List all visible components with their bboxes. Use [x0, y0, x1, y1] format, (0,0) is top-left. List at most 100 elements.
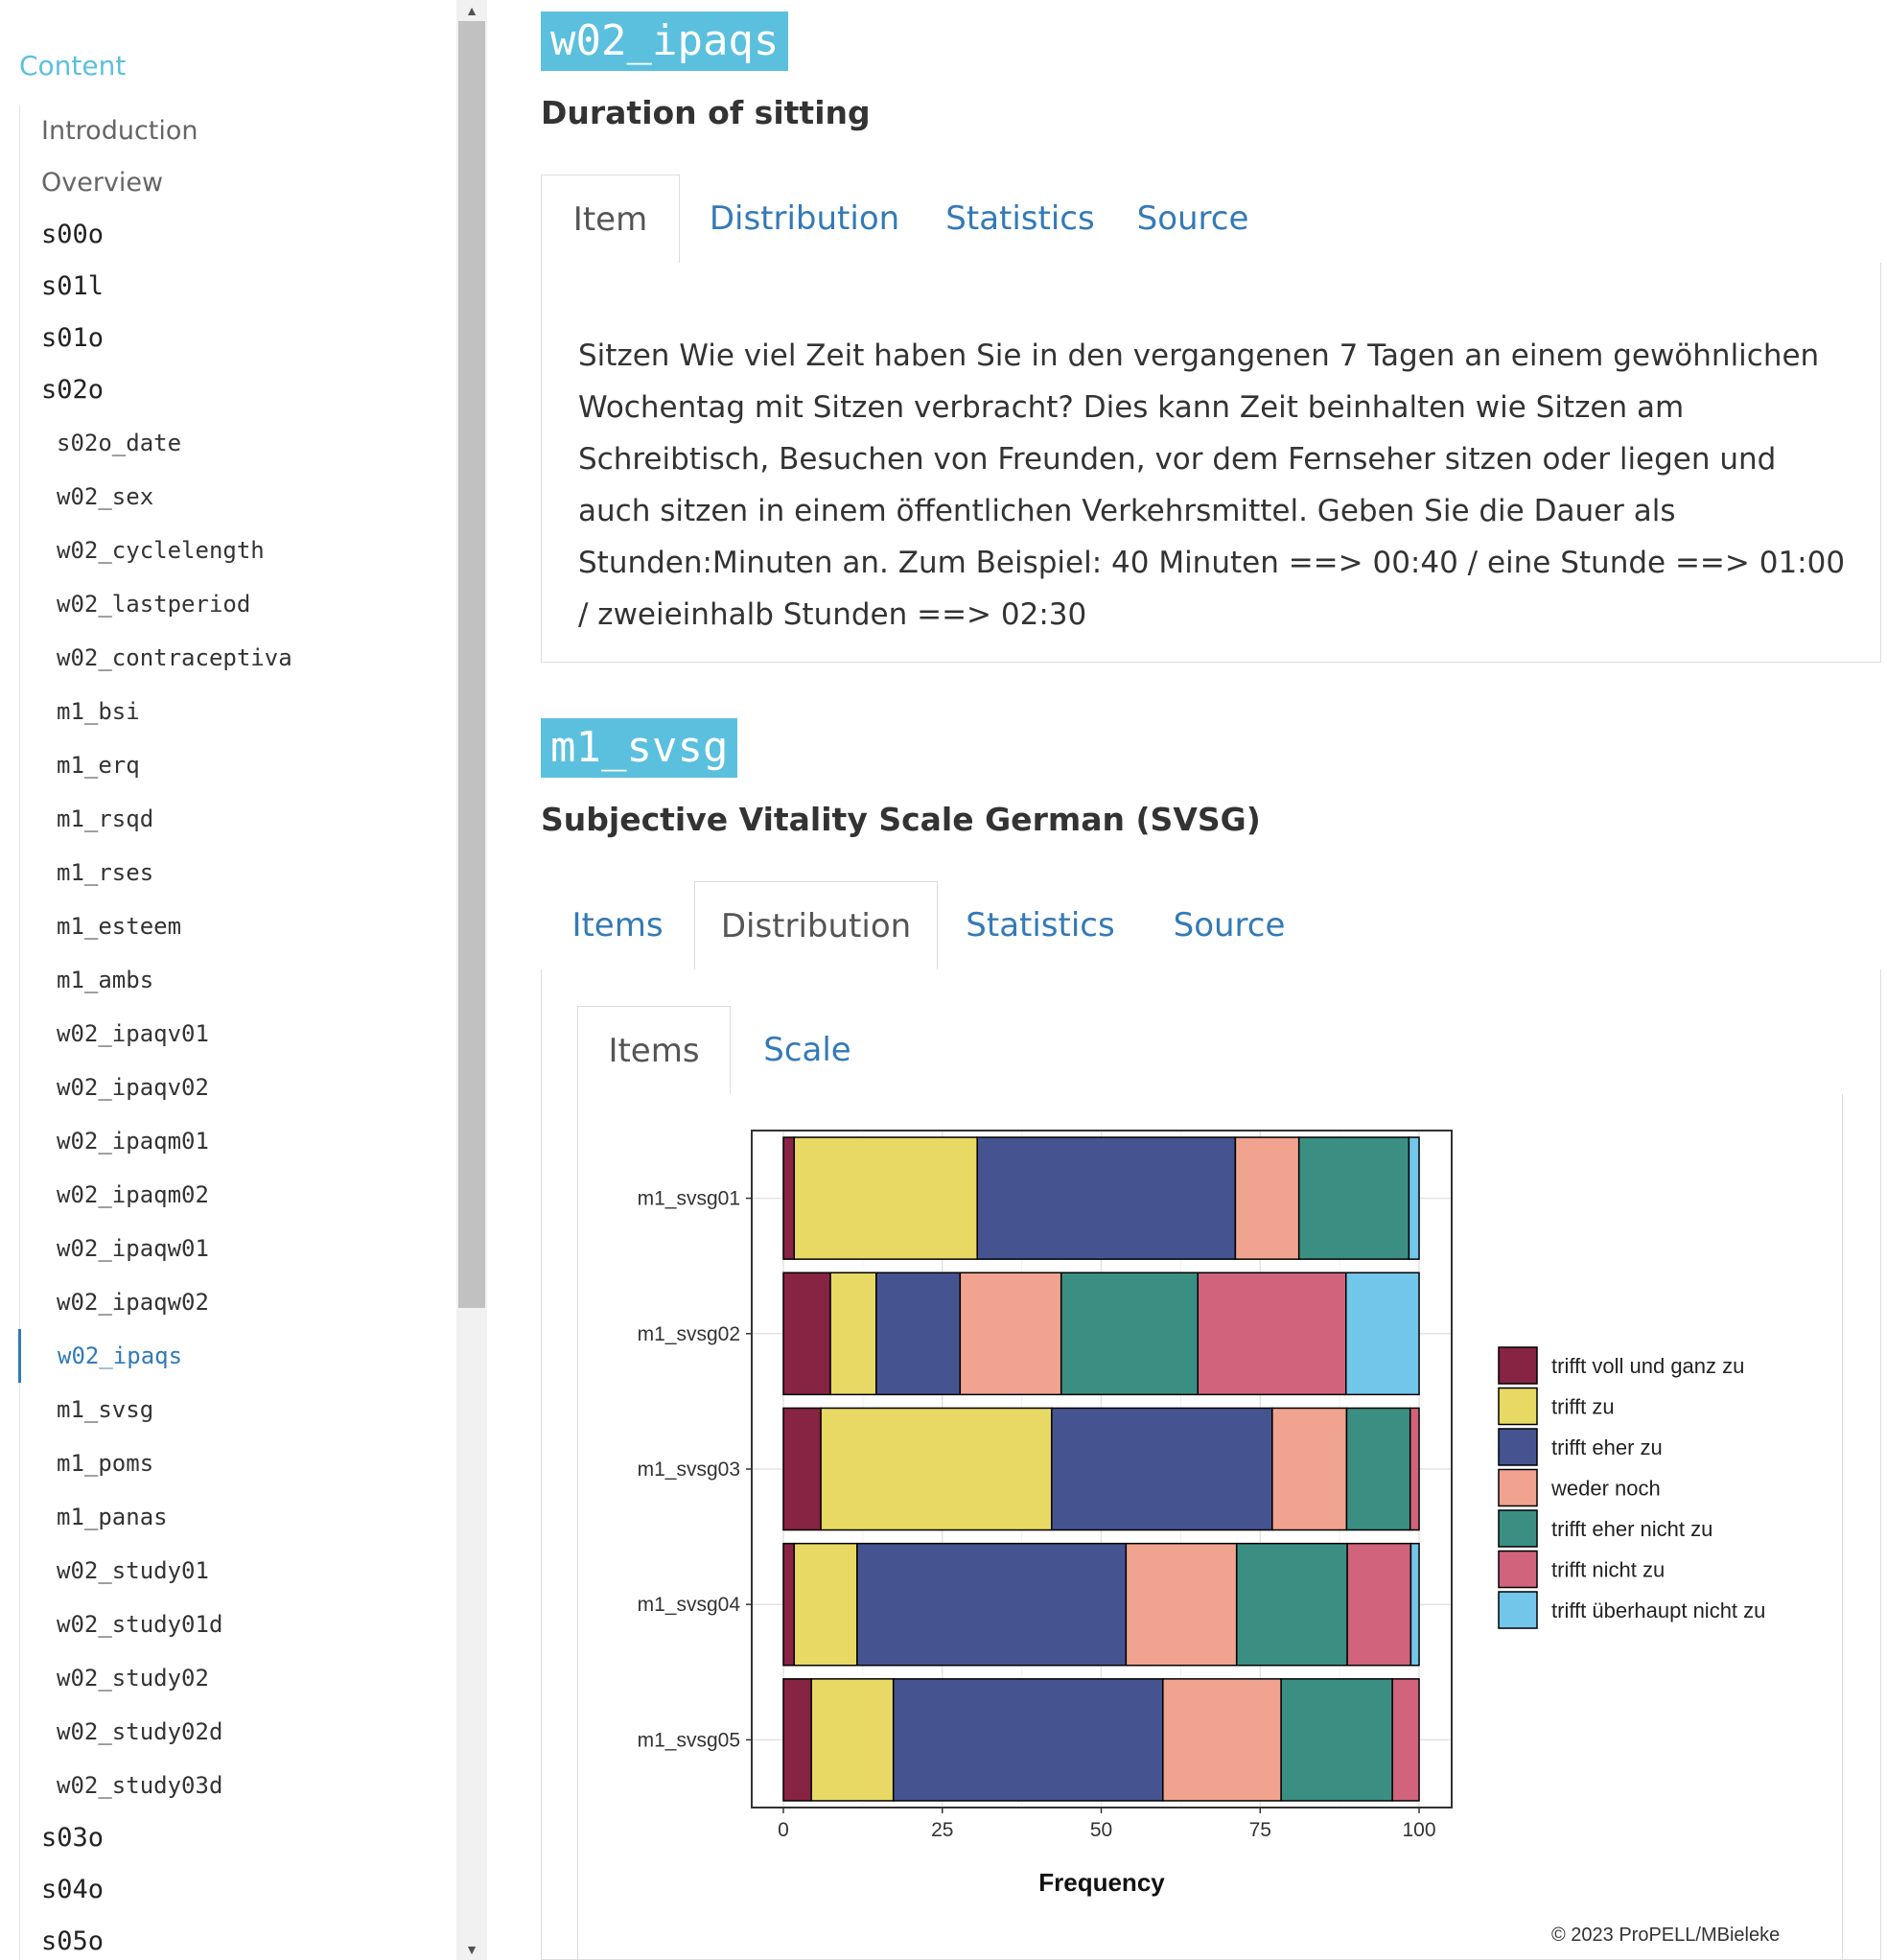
bar-m1_svsg01-4 — [1234, 1136, 1300, 1260]
bar-m1_svsg02-7 — [1345, 1272, 1420, 1396]
distribution-subtabs: Items Scale — [577, 1006, 1843, 1095]
x-axis-title: Frequency — [1038, 1868, 1165, 1897]
bar-m1_svsg04-1 — [782, 1542, 796, 1667]
sidebar-item-s04o[interactable]: s04o — [20, 1864, 442, 1916]
tab-item[interactable]: Item — [541, 175, 680, 264]
legend-key — [1498, 1468, 1538, 1507]
sidebar-item-w02-cyclelength[interactable]: w02_cyclelength — [20, 524, 442, 577]
sidebar-scrollbar[interactable]: ▲ ▼ — [456, 0, 487, 1960]
section-badge-w02-ipaqs: w02_ipaqs — [541, 12, 789, 71]
bar-m1_svsg05-6 — [1391, 1678, 1420, 1802]
tab-source[interactable]: Source — [1143, 881, 1316, 969]
sidebar-item-m1-panas[interactable]: m1_panas — [20, 1490, 442, 1544]
legend-label: trifft zu — [1551, 1395, 1615, 1419]
legend-key — [1498, 1509, 1538, 1548]
sidebar-item-s05o[interactable]: s05o — [20, 1916, 442, 1960]
stacked-bar-chart: m1_svsg01 m1_svsg02 m1_svsg03 m1_svsg04 m1_s… — [638, 1130, 1765, 1897]
bar-m1_svsg02-6 — [1197, 1272, 1347, 1396]
items-chart-panel: m1_svsg01 m1_svsg02 m1_svsg03 m1_svsg04 m1_s… — [577, 1094, 1843, 1960]
tab-distribution[interactable]: Distribution — [694, 881, 938, 970]
scroll-down-arrow-icon[interactable]: ▼ — [456, 1939, 487, 1960]
y-tick-label: m1_svsg04 — [638, 1594, 741, 1616]
section-badge-m1-svsg: m1_svsg — [541, 718, 738, 778]
sidebar-item-m1-rsqd[interactable]: m1_rsqd — [20, 792, 442, 846]
tab-items[interactable]: Items — [541, 881, 694, 969]
tab-statistics[interactable]: Statistics — [929, 175, 1111, 263]
sidebar-item-s01l[interactable]: s01l — [20, 261, 442, 313]
sidebar-item-m1-bsi[interactable]: m1_bsi — [20, 685, 442, 738]
sidebar-item-w02-sex[interactable]: w02_sex — [20, 470, 442, 524]
sidebar-item-s02o[interactable]: s02o — [20, 364, 442, 416]
sidebar-item-m1-erq[interactable]: m1_erq — [20, 738, 442, 792]
sidebar-item-m1-poms[interactable]: m1_poms — [20, 1436, 442, 1490]
item-question-text: Sitzen Wie viel Zeit haben Sie in den ve… — [578, 338, 1846, 632]
sidebar-item-m1-rses[interactable]: m1_rses — [20, 846, 442, 899]
sidebar-item-s00o[interactable]: s00o — [20, 209, 442, 261]
tab-distribution[interactable]: Distribution — [680, 175, 929, 263]
subtab-items[interactable]: Items — [577, 1006, 731, 1095]
bar-m1_svsg03-1 — [782, 1407, 822, 1531]
sidebar-item-w02-ipaqv01[interactable]: w02_ipaqv01 — [20, 1007, 442, 1061]
sidebar-item-s02o-date[interactable]: s02o_date — [20, 416, 442, 470]
bar-m1_svsg03-5 — [1345, 1407, 1411, 1531]
copyright-text: © 2023 ProPELL/MBieleke — [1551, 1925, 1781, 1946]
sidebar-item-w02-contraceptiva[interactable]: w02_contraceptiva — [20, 631, 442, 685]
bar-m1_svsg04-6 — [1346, 1542, 1412, 1667]
bar-m1_svsg04-7 — [1409, 1542, 1420, 1667]
legend-label: trifft überhaupt nicht zu — [1551, 1598, 1765, 1622]
bar-m1_svsg01-7 — [1408, 1136, 1420, 1260]
y-tick-label: m1_svsg01 — [638, 1188, 740, 1210]
bar-m1_svsg03-2 — [820, 1407, 1053, 1531]
bar-m1_svsg03-3 — [1051, 1407, 1273, 1531]
bar-m1_svsg05-1 — [782, 1678, 812, 1802]
sidebar-item-w02-ipaqv02[interactable]: w02_ipaqv02 — [20, 1061, 442, 1114]
sidebar-item-w02-study01d[interactable]: w02_study01d — [20, 1598, 442, 1651]
bar-m1_svsg02-4 — [959, 1272, 1062, 1396]
sidebar-item-m1-ambs[interactable]: m1_ambs — [20, 953, 442, 1007]
section2-distribution-panel: Items Scale m1_svsg01 m1_svsg02 m1_svsg03 m… — [541, 969, 1881, 1960]
sidebar-item-w02-study02[interactable]: w02_study02 — [20, 1651, 442, 1705]
section-subtitle: Duration of sitting — [541, 94, 871, 131]
bar-m1_svsg02-5 — [1060, 1272, 1200, 1396]
sidebar-item-w02-lastperiod[interactable]: w02_lastperiod — [20, 577, 442, 631]
y-tick-label: m1_svsg02 — [638, 1323, 740, 1345]
sidebar-item-introduction[interactable]: Introduction — [20, 105, 442, 157]
bar-m1_svsg05-3 — [892, 1678, 1164, 1802]
bar-m1_svsg05-4 — [1162, 1678, 1282, 1802]
x-tick-label: 50 — [1090, 1819, 1112, 1841]
section-subtitle: Subjective Vitality Scale German (SVSG) — [541, 801, 1261, 838]
sidebar-item-overview[interactable]: Overview — [20, 157, 442, 209]
sidebar-item-w02-study01[interactable]: w02_study01 — [20, 1544, 442, 1598]
x-tick-label: 100 — [1402, 1819, 1435, 1841]
tab-source[interactable]: Source — [1111, 175, 1274, 263]
legend-key — [1498, 1550, 1538, 1589]
section1-tabs: Item Distribution Statistics Source — [541, 175, 1881, 264]
toc-heading: Content — [19, 50, 127, 82]
sidebar-item-w02-ipaqw01[interactable]: w02_ipaqw01 — [20, 1222, 442, 1275]
y-tick-label: m1_svsg03 — [638, 1458, 740, 1481]
subtab-scale[interactable]: Scale — [731, 1006, 884, 1094]
x-tick-label: 0 — [778, 1819, 789, 1841]
sidebar-item-w02-study03d[interactable]: w02_study03d — [20, 1759, 442, 1812]
bar-m1_svsg01-3 — [976, 1136, 1237, 1260]
sidebar-item-s03o[interactable]: s03o — [20, 1812, 442, 1864]
scroll-up-arrow-icon[interactable]: ▲ — [456, 0, 487, 21]
y-tick-label: m1_svsg05 — [638, 1729, 740, 1751]
sidebar-item-m1-esteem[interactable]: m1_esteem — [20, 899, 442, 953]
bar-m1_svsg04-5 — [1235, 1542, 1348, 1667]
legend-key — [1498, 1387, 1538, 1426]
sidebar-item-s01o[interactable]: s01o — [20, 313, 442, 364]
tab-statistics[interactable]: Statistics — [938, 881, 1143, 969]
bar-m1_svsg04-3 — [856, 1542, 1128, 1667]
sidebar-item-m1-svsg[interactable]: m1_svsg — [20, 1383, 442, 1436]
sidebar-item-w02-ipaqm01[interactable]: w02_ipaqm01 — [20, 1114, 442, 1168]
bar-m1_svsg01-1 — [782, 1136, 796, 1260]
sidebar-item-w02-ipaqs[interactable]: w02_ipaqs — [18, 1329, 442, 1383]
sidebar-item-w02-ipaqw02[interactable]: w02_ipaqw02 — [20, 1275, 442, 1329]
legend-label: trifft eher nicht zu — [1551, 1517, 1712, 1541]
scroll-thumb[interactable] — [458, 21, 485, 1308]
sidebar-item-w02-ipaqm02[interactable]: w02_ipaqm02 — [20, 1168, 442, 1222]
legend-key — [1498, 1346, 1538, 1385]
bar-m1_svsg05-2 — [810, 1678, 895, 1802]
sidebar-item-w02-study02d[interactable]: w02_study02d — [20, 1705, 442, 1759]
